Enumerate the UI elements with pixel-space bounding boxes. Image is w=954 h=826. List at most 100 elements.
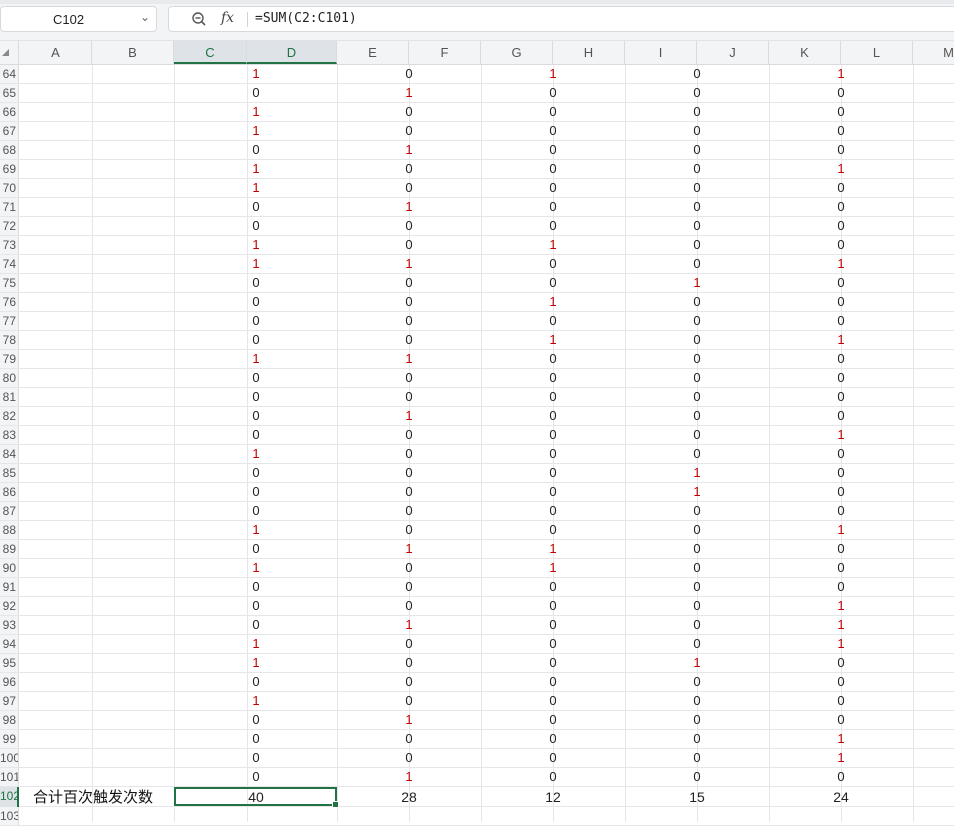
table-cell[interactable]: 0 <box>523 502 583 520</box>
table-cell[interactable]: 1 <box>226 236 286 254</box>
table-cell[interactable]: 1 <box>379 711 439 729</box>
table-cell[interactable]: 0 <box>226 312 286 330</box>
table-cell[interactable]: 0 <box>523 483 583 501</box>
table-cell[interactable]: 0 <box>667 521 727 539</box>
table-cell[interactable]: 1 <box>667 464 727 482</box>
table-cell[interactable]: 0 <box>226 331 286 349</box>
row-header[interactable]: 79 <box>0 350 19 368</box>
table-cell[interactable]: 0 <box>379 597 439 615</box>
row-header[interactable]: 82 <box>0 407 19 425</box>
column-header-k[interactable]: K <box>769 41 841 64</box>
table-cell[interactable]: 1 <box>379 141 439 159</box>
row-header[interactable]: 83 <box>0 426 19 444</box>
table-cell[interactable]: 0 <box>226 597 286 615</box>
row-header[interactable]: 103 <box>0 807 19 825</box>
table-cell[interactable]: 0 <box>379 331 439 349</box>
column-header-g[interactable]: G <box>481 41 553 64</box>
table-cell[interactable]: 0 <box>379 160 439 178</box>
table-cell[interactable]: 0 <box>523 217 583 235</box>
table-cell[interactable]: 1 <box>523 293 583 311</box>
table-cell[interactable]: 0 <box>811 692 871 710</box>
table-cell[interactable]: 1 <box>226 654 286 672</box>
table-cell[interactable]: 0 <box>379 179 439 197</box>
row-header[interactable]: 101 <box>0 768 19 786</box>
table-cell[interactable]: 0 <box>667 388 727 406</box>
table-cell[interactable]: 0 <box>379 635 439 653</box>
table-cell[interactable]: 0 <box>226 768 286 786</box>
table-cell[interactable]: 1 <box>811 160 871 178</box>
total-cell[interactable]: 15 <box>667 787 727 807</box>
table-cell[interactable]: 0 <box>523 122 583 140</box>
table-cell[interactable]: 0 <box>226 426 286 444</box>
table-cell[interactable]: 1 <box>523 540 583 558</box>
table-cell[interactable]: 0 <box>811 369 871 387</box>
table-cell[interactable]: 0 <box>226 407 286 425</box>
row-header[interactable]: 92 <box>0 597 19 615</box>
row-header[interactable]: 65 <box>0 84 19 102</box>
table-cell[interactable]: 0 <box>811 141 871 159</box>
table-cell[interactable]: 0 <box>667 578 727 596</box>
table-cell[interactable]: 1 <box>523 65 583 83</box>
table-cell[interactable]: 0 <box>226 369 286 387</box>
table-cell[interactable]: 0 <box>667 103 727 121</box>
row-header[interactable]: 91 <box>0 578 19 596</box>
table-cell[interactable]: 1 <box>226 122 286 140</box>
table-cell[interactable]: 0 <box>811 483 871 501</box>
column-header-j[interactable]: J <box>697 41 769 64</box>
table-cell[interactable]: 0 <box>523 141 583 159</box>
row-header[interactable]: 100 <box>0 749 19 767</box>
table-cell[interactable]: 0 <box>226 388 286 406</box>
table-cell[interactable]: 0 <box>523 749 583 767</box>
table-cell[interactable]: 0 <box>811 540 871 558</box>
table-cell[interactable]: 0 <box>811 122 871 140</box>
table-cell[interactable]: 0 <box>811 559 871 577</box>
table-cell[interactable]: 1 <box>226 179 286 197</box>
row-header[interactable]: 64 <box>0 65 19 83</box>
table-cell[interactable]: 0 <box>667 711 727 729</box>
column-header-a[interactable]: A <box>20 41 92 64</box>
table-cell[interactable]: 0 <box>523 578 583 596</box>
table-cell[interactable]: 1 <box>811 65 871 83</box>
zoom-icon[interactable] <box>191 11 207 27</box>
table-cell[interactable]: 1 <box>226 160 286 178</box>
row-header[interactable]: 67 <box>0 122 19 140</box>
table-cell[interactable]: 0 <box>667 730 727 748</box>
table-cell[interactable]: 0 <box>523 692 583 710</box>
table-cell[interactable]: 0 <box>523 274 583 292</box>
table-cell[interactable]: 1 <box>667 483 727 501</box>
table-cell[interactable]: 0 <box>667 160 727 178</box>
column-header-b[interactable]: B <box>92 41 174 64</box>
table-cell[interactable]: 0 <box>379 559 439 577</box>
table-cell[interactable]: 0 <box>667 312 727 330</box>
table-cell[interactable]: 0 <box>811 217 871 235</box>
table-cell[interactable]: 0 <box>523 84 583 102</box>
table-cell[interactable]: 0 <box>226 730 286 748</box>
table-cell[interactable]: 0 <box>379 483 439 501</box>
table-cell[interactable]: 0 <box>667 540 727 558</box>
table-cell[interactable]: 0 <box>523 635 583 653</box>
formula-text[interactable]: =SUM(C2:C101) <box>255 11 357 26</box>
row-header[interactable]: 72 <box>0 217 19 235</box>
table-cell[interactable]: 0 <box>523 426 583 444</box>
table-cell[interactable]: 0 <box>811 84 871 102</box>
row-header[interactable]: 93 <box>0 616 19 634</box>
row-header[interactable]: 73 <box>0 236 19 254</box>
table-cell[interactable]: 0 <box>523 768 583 786</box>
table-cell[interactable]: 1 <box>379 198 439 216</box>
row-header[interactable]: 81 <box>0 388 19 406</box>
table-cell[interactable]: 0 <box>379 426 439 444</box>
table-cell[interactable]: 0 <box>379 521 439 539</box>
table-cell[interactable]: 0 <box>811 464 871 482</box>
table-cell[interactable]: 0 <box>811 388 871 406</box>
column-header-f[interactable]: F <box>409 41 481 64</box>
table-cell[interactable]: 0 <box>811 445 871 463</box>
table-cell[interactable]: 1 <box>811 616 871 634</box>
table-cell[interactable]: 0 <box>379 578 439 596</box>
table-cell[interactable]: 0 <box>379 673 439 691</box>
table-cell[interactable]: 0 <box>667 692 727 710</box>
table-cell[interactable]: 1 <box>379 616 439 634</box>
table-cell[interactable]: 0 <box>379 445 439 463</box>
row-header[interactable]: 66 <box>0 103 19 121</box>
row-header[interactable]: 75 <box>0 274 19 292</box>
table-cell[interactable]: 0 <box>811 711 871 729</box>
